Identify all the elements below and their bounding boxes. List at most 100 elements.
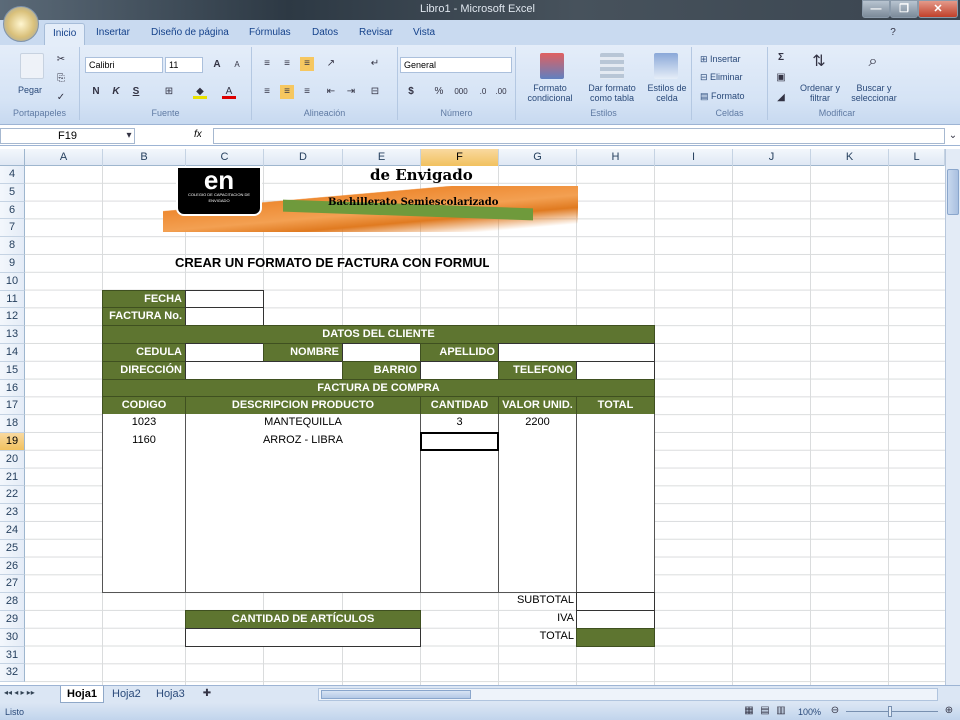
bold-button[interactable]: N <box>89 85 103 99</box>
item-cantidad-cell[interactable] <box>420 485 499 505</box>
row-header-6[interactable]: 6 <box>0 201 25 220</box>
item-cantidad-cell[interactable]: 3 <box>420 414 499 433</box>
thousands-button[interactable]: 000 <box>452 85 470 99</box>
item-codigo-cell[interactable]: 1023 <box>102 414 186 433</box>
column-header-L[interactable]: L <box>889 149 945 166</box>
percent-button[interactable]: % <box>432 85 446 99</box>
number-format-combo[interactable]: General <box>400 57 512 73</box>
input-cedula[interactable] <box>185 343 264 362</box>
active-cell-border[interactable] <box>420 432 499 451</box>
insert-sheet-icon[interactable]: ✚ <box>200 687 214 701</box>
row-header-11[interactable]: 11 <box>0 290 25 309</box>
row-header-25[interactable]: 25 <box>0 539 25 558</box>
item-cantidad-cell[interactable] <box>420 503 499 522</box>
font-size-combo[interactable]: 11 <box>165 57 203 73</box>
item-total-cell[interactable] <box>576 414 655 433</box>
item-codigo-cell[interactable] <box>102 485 186 505</box>
expand-formula-bar-icon[interactable]: ⌄ <box>946 129 960 143</box>
align-center-icon[interactable]: ≡ <box>280 85 294 99</box>
item-codigo-cell[interactable] <box>102 467 186 487</box>
item-descripcion-cell[interactable] <box>185 538 421 558</box>
item-descripcion-cell[interactable] <box>185 467 421 487</box>
item-valor-cell[interactable] <box>498 503 577 522</box>
zoom-slider-thumb[interactable] <box>888 706 892 717</box>
item-cantidad-cell[interactable] <box>420 538 499 558</box>
format-cells-button[interactable]: ▤ Formato <box>700 91 745 102</box>
item-valor-cell[interactable] <box>498 538 577 558</box>
row-header-16[interactable]: 16 <box>0 379 25 398</box>
item-cantidad-cell[interactable] <box>420 556 499 576</box>
item-cantidad-cell[interactable] <box>420 449 499 469</box>
item-total-cell[interactable] <box>576 574 655 594</box>
row-header-28[interactable]: 28 <box>0 593 25 611</box>
borders-icon[interactable]: ⊞ <box>162 85 176 99</box>
row-header-14[interactable]: 14 <box>0 344 25 362</box>
row-header-21[interactable]: 21 <box>0 468 25 487</box>
column-header-G[interactable]: G <box>499 149 577 166</box>
row-header-32[interactable]: 32 <box>0 664 25 683</box>
item-valor-cell[interactable] <box>498 556 577 576</box>
vertical-scrollbar[interactable] <box>945 149 960 685</box>
row-header-31[interactable]: 31 <box>0 646 25 665</box>
item-cantidad-cell[interactable] <box>420 574 499 594</box>
item-codigo-cell[interactable] <box>102 503 186 522</box>
sheet-nav-arrows-icon[interactable]: ◂◂ ◂ ▸ ▸▸ <box>4 688 35 697</box>
sheet-tab-hoja3[interactable]: Hoja3 <box>150 686 191 703</box>
row-header-8[interactable]: 8 <box>0 237 25 255</box>
item-descripcion-cell[interactable] <box>185 449 421 469</box>
select-all-button[interactable] <box>0 149 25 166</box>
row-header-30[interactable]: 30 <box>0 628 25 647</box>
item-descripcion-cell[interactable] <box>185 503 421 522</box>
item-descripcion-cell[interactable] <box>185 521 421 540</box>
column-header-E[interactable]: E <box>343 149 421 166</box>
row-header-4[interactable]: 4 <box>0 166 25 184</box>
vertical-scroll-thumb[interactable] <box>947 169 959 215</box>
name-box[interactable]: F19 <box>0 128 135 144</box>
item-total-cell[interactable] <box>576 467 655 487</box>
input-factura-no[interactable] <box>185 307 264 327</box>
align-right-icon[interactable]: ≡ <box>300 85 314 99</box>
item-valor-cell[interactable] <box>498 467 577 487</box>
minimize-button[interactable]: — <box>862 0 890 18</box>
delete-cells-button[interactable]: ⊟ Eliminar <box>700 72 743 83</box>
item-codigo-cell[interactable] <box>102 556 186 576</box>
fill-color-icon[interactable]: ◆ <box>193 85 207 99</box>
tab-datos[interactable]: Datos <box>312 27 338 38</box>
value-total[interactable] <box>576 627 655 647</box>
close-button[interactable]: ✕ <box>918 0 958 18</box>
item-descripcion-cell[interactable] <box>185 574 421 594</box>
item-cantidad-cell[interactable] <box>420 521 499 540</box>
item-descripcion-cell[interactable]: ARROZ - LIBRA <box>185 432 421 451</box>
input-fecha[interactable] <box>185 289 264 309</box>
horizontal-scrollbar[interactable] <box>318 688 938 701</box>
item-total-cell[interactable] <box>576 503 655 522</box>
row-header-26[interactable]: 26 <box>0 557 25 576</box>
value-subtotal[interactable] <box>576 592 655 611</box>
decrease-decimal-icon[interactable]: .00 <box>494 85 508 99</box>
input-apellido[interactable] <box>498 343 655 362</box>
wrap-text-icon[interactable]: ↵ <box>368 57 382 71</box>
page-layout-view-icon[interactable]: ▤ <box>758 704 772 718</box>
grow-font-icon[interactable]: A <box>210 58 224 72</box>
item-total-cell[interactable] <box>576 538 655 558</box>
italic-button[interactable]: K <box>109 85 123 99</box>
merge-center-icon[interactable]: ⊟ <box>368 85 382 99</box>
insert-function-button[interactable]: fx <box>194 129 202 140</box>
underline-button[interactable]: S <box>129 85 143 99</box>
maximize-button[interactable]: ❐ <box>890 0 918 18</box>
orientation-icon[interactable]: ↗ <box>324 57 338 71</box>
help-icon[interactable]: ? <box>886 26 900 40</box>
font-color-icon[interactable]: A <box>222 85 236 99</box>
zoom-in-icon[interactable]: ⊕ <box>942 704 956 718</box>
column-header-H[interactable]: H <box>577 149 655 166</box>
sheet-tab-hoja2[interactable]: Hoja2 <box>106 686 147 703</box>
font-name-combo[interactable]: Calibri <box>85 57 163 73</box>
item-valor-cell[interactable] <box>498 449 577 469</box>
item-codigo-cell[interactable] <box>102 574 186 594</box>
sort-filter-button[interactable]: Ordenar y filtrar <box>796 83 844 103</box>
clear-icon[interactable]: ◢ <box>774 91 788 105</box>
column-header-B[interactable]: B <box>103 149 186 166</box>
value-cantidad-articulos[interactable] <box>185 627 421 647</box>
align-middle-icon[interactable]: ≡ <box>280 57 294 71</box>
row-header-5[interactable]: 5 <box>0 183 25 202</box>
